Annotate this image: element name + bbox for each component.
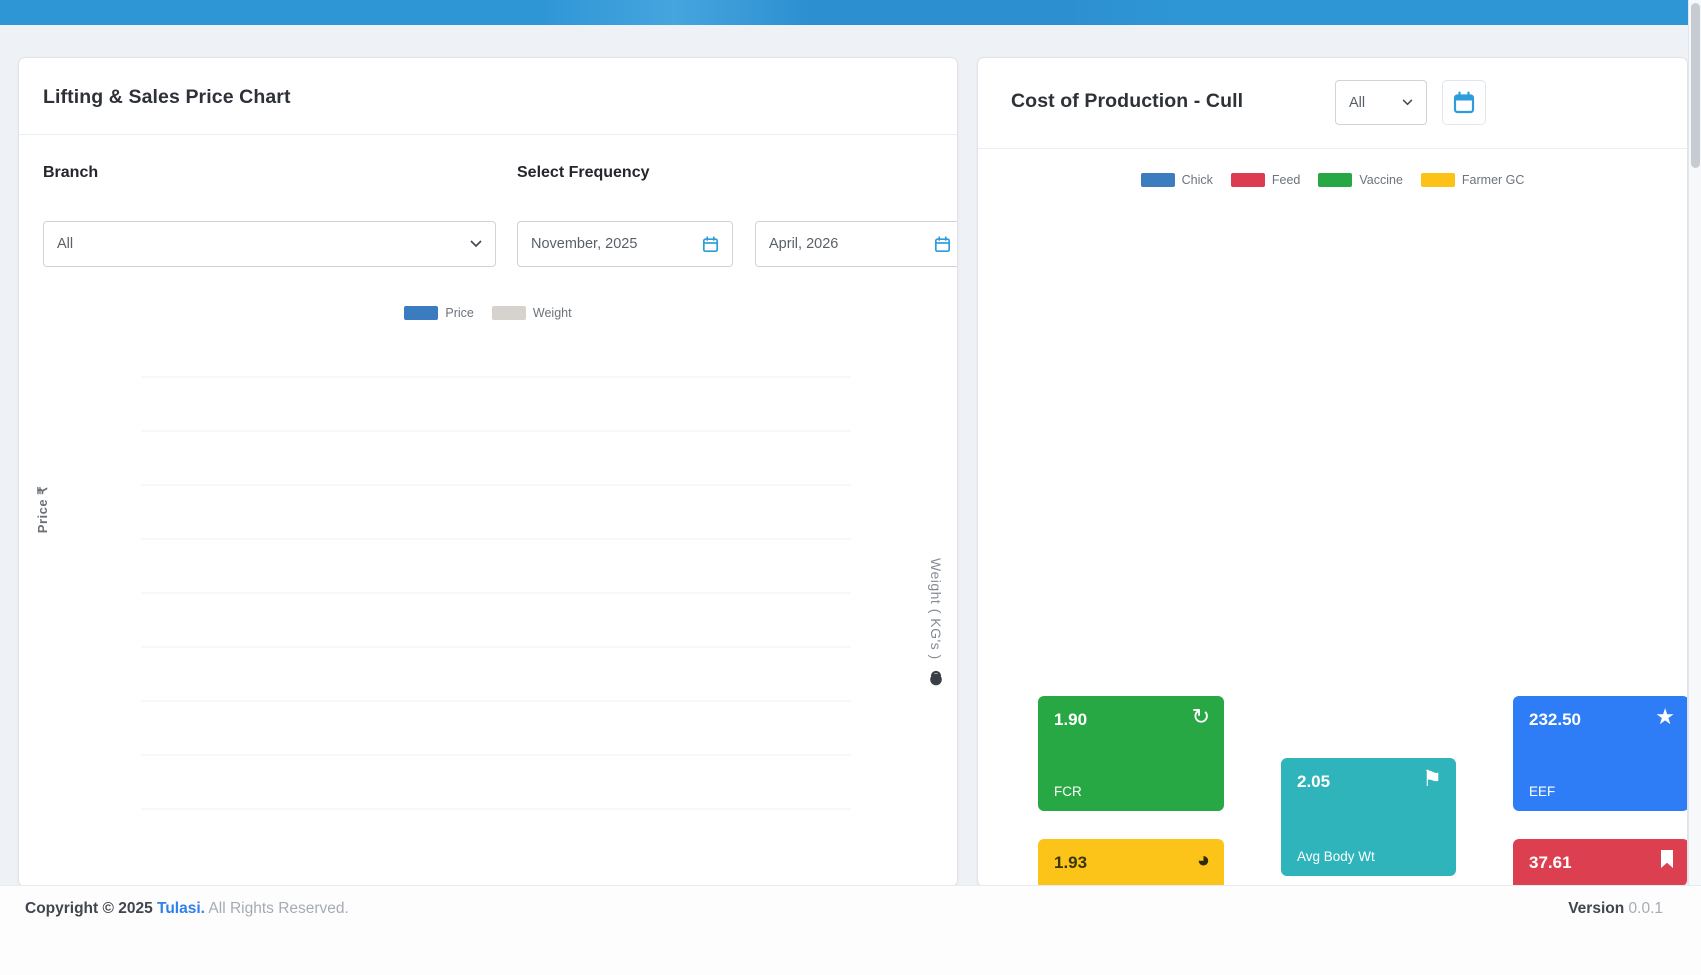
kpi-card-fcr: 1.90 ↻ FCR (1038, 696, 1224, 811)
kpi-value: 1.93 (1054, 853, 1208, 873)
legend-label: Feed (1272, 173, 1301, 187)
copyright-prefix: Copyright © 2025 (25, 900, 153, 917)
legend-label: Price (445, 306, 473, 320)
chevron-down-icon (1402, 99, 1413, 106)
kpi-value: 37.61 (1529, 853, 1673, 873)
kpi-label: FCR (1054, 784, 1082, 799)
branch-label: Branch (43, 164, 98, 182)
cost-of-production-bar-chart[interactable] (978, 198, 1688, 663)
kpi-value: 232.50 (1529, 710, 1673, 730)
date-to-input[interactable]: April, 2026 (755, 221, 958, 267)
scrollbar-track[interactable] (1688, 0, 1701, 975)
version-label: Version (1568, 900, 1624, 917)
kpi-label: Avg Body Wt (1297, 849, 1375, 864)
cop-chart-legend[interactable]: Chick Feed Vaccine Farmer GC (978, 173, 1687, 187)
pie-icon: ◕ (1197, 849, 1210, 871)
calendar-icon (702, 236, 719, 253)
legend-item-chick[interactable]: Chick (1141, 173, 1213, 187)
kpi-card-eef: 232.50 ★ EEF (1513, 696, 1688, 811)
lifting-sales-price-card: Lifting & Sales Price Chart Branch All S… (18, 57, 958, 887)
kpi-label: EEF (1529, 784, 1555, 799)
date-from-value: November, 2025 (531, 236, 694, 252)
copyright-text: Copyright © 2025 Tulasi. All Rights Rese… (25, 900, 349, 918)
version-value: 0.0.1 (1629, 900, 1663, 917)
lifting-sales-price-title: Lifting & Sales Price Chart (43, 86, 291, 109)
kpi-value: 2.05 (1297, 772, 1440, 792)
dashboard-page: Lifting & Sales Price Chart Branch All S… (0, 0, 1701, 975)
feed-swatch (1231, 173, 1265, 187)
kpi-card-red: 37.61 (1513, 839, 1688, 887)
legend-label: Weight (533, 306, 572, 320)
select-frequency-label: Select Frequency (517, 164, 650, 182)
cop-calendar-button[interactable] (1442, 80, 1486, 125)
card-header-divider (978, 148, 1687, 149)
legend-item-farmer-gc[interactable]: Farmer GC (1421, 173, 1525, 187)
price-axis-title: Price ₹ (35, 486, 50, 533)
legend-item-weight[interactable]: Weight (492, 306, 572, 320)
calendar-icon (1452, 91, 1476, 115)
weight-icon (927, 668, 945, 686)
kpi-card-yellow: 1.93 ◕ (1038, 839, 1224, 887)
cost-of-production-card: Cost of Production - Cull All Chick (977, 57, 1688, 887)
weight-axis-title: Weight ( KG's ) (927, 558, 945, 686)
page-footer: Copyright © 2025 Tulasi. All Rights Rese… (0, 885, 1701, 975)
branch-select[interactable]: All (43, 221, 496, 267)
version-text: Version 0.0.1 (1568, 900, 1663, 918)
flag-icon: ⚑ (1422, 768, 1442, 790)
price-weight-area-chart[interactable] (19, 313, 958, 887)
chevron-down-icon (470, 240, 482, 248)
vaccine-swatch (1318, 173, 1352, 187)
weight-swatch (492, 306, 526, 320)
chick-swatch (1141, 173, 1175, 187)
cost-of-production-title: Cost of Production - Cull (1011, 90, 1243, 113)
date-to-value: April, 2026 (769, 236, 926, 252)
legend-item-price[interactable]: Price (404, 306, 473, 320)
legend-item-feed[interactable]: Feed (1231, 173, 1301, 187)
legend-label: Chick (1182, 173, 1213, 187)
cop-filter-value: All (1349, 95, 1394, 111)
legend-item-vaccine[interactable]: Vaccine (1318, 173, 1403, 187)
copyright-suffix: All Rights Reserved. (208, 900, 348, 917)
bookmark-icon (1659, 849, 1675, 873)
kpi-card-avg-body-wt: 2.05 ⚑ Avg Body Wt (1281, 758, 1456, 876)
sync-icon: ↻ (1192, 706, 1210, 728)
scrollbar-thumb[interactable] (1691, 3, 1700, 168)
price-swatch (404, 306, 438, 320)
brand-link[interactable]: Tulasi. (157, 900, 205, 917)
price-chart-legend[interactable]: Price Weight (19, 306, 957, 320)
calendar-icon (934, 236, 951, 253)
kpi-value: 1.90 (1054, 710, 1208, 730)
top-navbar[interactable] (0, 0, 1688, 25)
star-icon: ★ (1655, 706, 1675, 728)
farmer-gc-swatch (1421, 173, 1455, 187)
branch-select-value: All (57, 236, 462, 252)
card-header-divider (19, 134, 957, 135)
cop-filter-select[interactable]: All (1335, 80, 1427, 125)
date-from-input[interactable]: November, 2025 (517, 221, 733, 267)
legend-label: Vaccine (1359, 173, 1403, 187)
legend-label: Farmer GC (1462, 173, 1525, 187)
